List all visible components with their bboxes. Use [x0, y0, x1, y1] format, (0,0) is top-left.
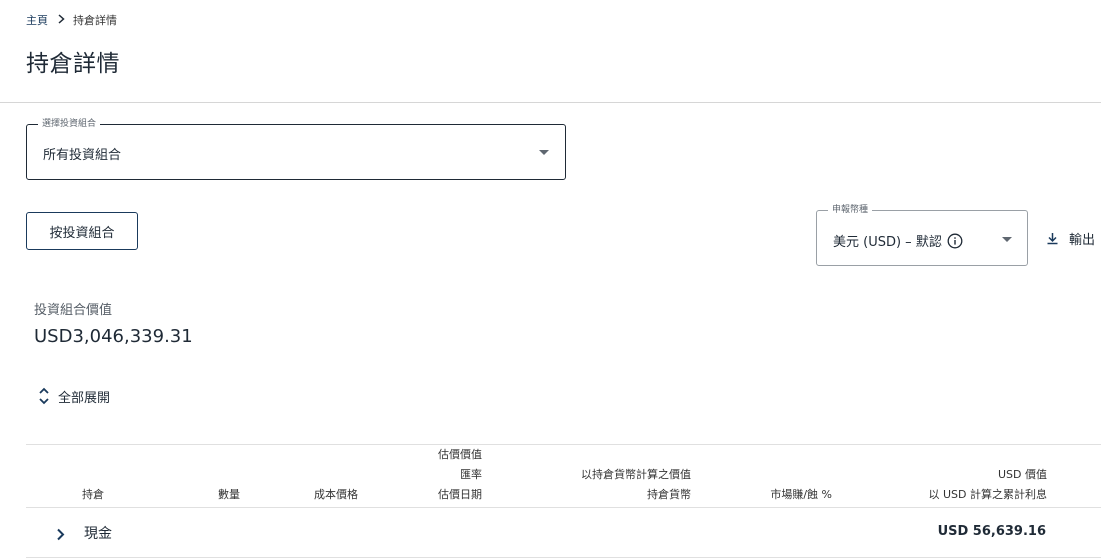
info-icon[interactable] [947, 233, 963, 249]
caret-down-icon [539, 150, 549, 155]
currency-select-value-wrap: 美元 (USD) – 默認 [833, 231, 963, 250]
portfolio-value-label: 投資組合價值 [34, 303, 113, 318]
col-fx-rate[interactable]: 匯率 [460, 465, 482, 484]
col-quantity[interactable]: 數量 [218, 485, 240, 504]
by-portfolio-button[interactable]: 按投資組合 [26, 212, 138, 250]
chevron-right-icon [58, 13, 65, 27]
breadcrumb-current: 持倉詳情 [73, 14, 117, 27]
chevron-right-icon[interactable] [56, 526, 65, 545]
col-market-gain-loss[interactable]: 市場賺/蝕 % [770, 485, 832, 504]
holdings-page: 主頁 持倉詳情 持倉詳情 選擇投資組合 所有投資組合 按投資組合 申報幣種 美元… [0, 0, 1101, 560]
portfolio-select-value: 所有投資組合 [43, 148, 122, 163]
expand-all-button[interactable]: 全部展開 [38, 386, 110, 406]
reporting-currency-select[interactable]: 申報幣種 美元 (USD) – 默認 [816, 204, 1028, 266]
currency-select-label: 申報幣種 [828, 204, 873, 216]
col-holding-ccy[interactable]: 持倉貨幣 [647, 485, 691, 504]
col-accrued-interest[interactable]: 以 USD 計算之累計利息 [929, 485, 1048, 504]
currency-select-value: 美元 (USD) – 默認 [833, 235, 942, 250]
expand-collapse-icon [39, 387, 49, 405]
table-header: 持倉 數量 成本價格 估價價值 匯率 估價日期 以持倉貨幣計算之價值 持倉貨幣 … [26, 445, 1101, 507]
page-title: 持倉詳情 [26, 51, 120, 77]
portfolio-select[interactable]: 選擇投資組合 所有投資組合 [26, 118, 566, 180]
table-row[interactable]: 現金 USD 56,639.16 [26, 508, 1101, 558]
col-cost-price[interactable]: 成本價格 [314, 485, 358, 504]
export-button[interactable]: 輸出 [1046, 229, 1095, 248]
col-value-in-holding-ccy[interactable]: 以持倉貨幣計算之價值 [581, 465, 691, 484]
breadcrumb: 主頁 持倉詳情 [26, 12, 117, 28]
breadcrumb-home-link[interactable]: 主頁 [26, 12, 48, 28]
expand-all-label: 全部展開 [58, 390, 111, 406]
row-holding-name: 現金 [84, 526, 112, 542]
portfolio-select-label: 選擇投資組合 [38, 118, 101, 130]
portfolio-value: USD3,046,339.31 [34, 326, 193, 347]
caret-down-icon [1002, 237, 1012, 242]
col-usd-value[interactable]: USD 價值 [998, 465, 1047, 484]
col-valuation-date[interactable]: 估價日期 [438, 485, 482, 504]
header-divider [0, 102, 1101, 103]
download-icon [1047, 233, 1058, 245]
export-label: 輸出 [1069, 233, 1096, 248]
holdings-table: 持倉 數量 成本價格 估價價值 匯率 估價日期 以持倉貨幣計算之價值 持倉貨幣 … [26, 444, 1101, 558]
col-valuation-price[interactable]: 估價價值 [438, 445, 482, 464]
row-usd-value: USD 56,639.16 [937, 524, 1046, 539]
col-holding[interactable]: 持倉 [82, 485, 104, 504]
